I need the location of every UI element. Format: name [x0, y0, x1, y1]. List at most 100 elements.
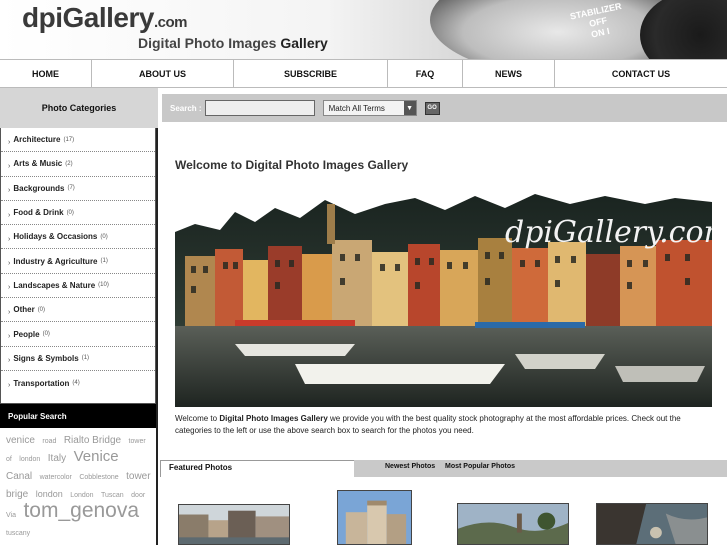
site-logo[interactable]: dpiGallery.com: [22, 2, 187, 34]
category-count: (7): [67, 185, 75, 192]
category-name: Transportation: [13, 378, 70, 388]
popular-search-tag[interactable]: Tuscan: [101, 492, 124, 499]
popular-search-tag[interactable]: Cobblestone: [79, 474, 118, 481]
category-item-arts-music[interactable]: › Arts & Music (2): [1, 152, 155, 177]
category-count: (0): [37, 306, 46, 313]
bullet-arrow-icon: ›: [8, 357, 11, 365]
category-item-holidays-occasions[interactable]: › Holidays & Occasions (0): [1, 225, 155, 250]
category-name: Architecture: [13, 135, 61, 145]
popular-search-tag[interactable]: road: [42, 438, 56, 445]
hero-image: dpiGallery.com: [175, 194, 712, 407]
bullet-arrow-icon: ›: [8, 260, 11, 268]
popular-search-tag[interactable]: tuscany: [6, 530, 30, 537]
popular-search-tag[interactable]: venice: [6, 435, 35, 446]
search-bar: Search : Match All Terms ▼ GO: [162, 94, 727, 122]
category-item-other[interactable]: › Other (0): [1, 298, 155, 323]
tab-newest-photos[interactable]: Newest Photos: [385, 463, 435, 470]
photo-tabs: Featured Photos Newest Photos Most Popul…: [160, 460, 727, 477]
bullet-arrow-icon: ›: [8, 333, 11, 341]
bullet-arrow-icon: ›: [8, 138, 11, 146]
site-tagline: Digital Photo Images Gallery: [138, 35, 328, 51]
tab-featured-photos[interactable]: Featured Photos: [160, 460, 354, 477]
nav-news[interactable]: NEWS: [463, 60, 555, 87]
logo-main-text: dpiGallery: [22, 2, 154, 33]
nav-contact-us[interactable]: CONTACT US: [555, 60, 727, 87]
category-name: Other: [13, 305, 35, 315]
category-name: Backgrounds: [13, 183, 65, 193]
category-count: (0): [42, 331, 50, 338]
tab-most-popular-photos[interactable]: Most Popular Photos: [445, 463, 515, 470]
popular-search-tag[interactable]: London: [70, 492, 93, 499]
popular-search-tag-cloud: venice road Rialto Bridge tower of londo…: [6, 431, 152, 541]
category-name: People: [13, 329, 40, 339]
search-input[interactable]: [204, 100, 315, 116]
category-name: Industry & Agriculture: [13, 256, 98, 266]
nav-faq[interactable]: FAQ: [388, 60, 463, 87]
category-item-industry-agriculture[interactable]: › Industry & Agriculture (1): [1, 249, 155, 274]
popular-search-tag[interactable]: Italy: [48, 453, 66, 464]
category-count: (1): [81, 355, 90, 362]
featured-thumbnail-4[interactable]: [596, 503, 708, 545]
featured-thumbnail-1[interactable]: [178, 504, 290, 545]
camera-lens-ring-graphic: [640, 0, 727, 59]
category-count: (10): [98, 282, 109, 289]
category-item-landscapes-nature[interactable]: › Landscapes & Nature (10): [1, 274, 155, 299]
main-nav: HOME ABOUT US SUBSCRIBE FAQ NEWS CONTACT…: [0, 59, 727, 88]
bullet-arrow-icon: ›: [8, 211, 11, 219]
category-count: (2): [65, 160, 73, 167]
featured-thumbnail-3[interactable]: [457, 503, 569, 545]
bullet-arrow-icon: ›: [8, 235, 11, 243]
featured-thumbnail-2[interactable]: [337, 490, 412, 545]
intro-strong: Digital Photo Images Gallery: [219, 414, 328, 423]
site-header: STABILIZER OFF ON I dpiGallery.com Digital…: [0, 0, 727, 59]
category-item-transportation[interactable]: › Transportation (4): [1, 371, 155, 395]
popular-search-tag[interactable]: london: [19, 456, 40, 463]
popular-search-tag[interactable]: london: [36, 489, 63, 499]
category-item-signs-symbols[interactable]: › Signs & Symbols (1): [1, 347, 155, 371]
category-item-food-drink[interactable]: › Food & Drink (0): [1, 201, 155, 226]
category-count: (17): [63, 136, 75, 143]
popular-search-tag[interactable]: Via: [6, 512, 16, 519]
bullet-arrow-icon: ›: [8, 382, 11, 390]
popular-search-tag[interactable]: Venice: [74, 448, 119, 465]
nav-about-us[interactable]: ABOUT US: [92, 60, 234, 87]
category-item-architecture[interactable]: › Architecture (17): [1, 128, 155, 153]
popular-search-tag[interactable]: door: [131, 492, 145, 499]
category-name: Arts & Music: [13, 159, 63, 169]
popular-search-tag[interactable]: Rialto Bridge: [64, 435, 121, 446]
sidebar: › Architecture (17) › Arts & Music (2) › Back…: [0, 128, 158, 545]
category-name: Signs & Symbols: [13, 353, 79, 363]
category-count: (0): [66, 209, 74, 216]
category-name: Food & Drink: [13, 208, 64, 218]
tagline-main: Digital Photo Images: [138, 35, 281, 51]
intro-paragraph: Welcome to Digital Photo Images Gallery …: [175, 413, 715, 437]
category-count: (0): [100, 233, 108, 240]
bullet-arrow-icon: ›: [8, 162, 11, 170]
categories-heading: Photo Categories: [0, 88, 158, 128]
tagline-strong: Gallery: [280, 35, 328, 51]
category-count: (4): [72, 380, 80, 387]
intro-prefix: Welcome to: [175, 414, 220, 423]
match-terms-selected: Match All Terms: [328, 103, 385, 113]
popular-search-tag[interactable]: Canal: [6, 471, 32, 482]
hero-watermark: dpiGallery.com: [505, 215, 712, 250]
search-go-button[interactable]: GO: [424, 101, 440, 115]
search-label: Search :: [170, 103, 202, 113]
category-item-backgrounds[interactable]: › Backgrounds (7): [1, 177, 155, 201]
popular-search-tag[interactable]: tom_genova: [23, 499, 139, 522]
category-name: Holidays & Occasions: [13, 232, 98, 242]
category-item-people[interactable]: › People (0): [1, 322, 155, 347]
category-count: (1): [100, 258, 108, 265]
bullet-arrow-icon: ›: [8, 187, 11, 195]
nav-home[interactable]: HOME: [0, 60, 92, 87]
match-terms-select[interactable]: Match All Terms ▼: [322, 100, 417, 116]
popular-search-tag[interactable]: watercolor: [40, 474, 72, 481]
category-list: › Architecture (17) › Arts & Music (2) › Back…: [0, 128, 156, 404]
dropdown-arrow-icon: ▼: [403, 101, 416, 115]
nav-subscribe[interactable]: SUBSCRIBE: [234, 60, 388, 87]
welcome-title: Welcome to Digital Photo Images Gallery: [175, 158, 409, 172]
bullet-arrow-icon: ›: [8, 284, 11, 292]
bullet-arrow-icon: ›: [8, 308, 11, 316]
category-name: Landscapes & Nature: [13, 280, 96, 290]
popular-search-heading: Popular Search: [0, 404, 156, 428]
